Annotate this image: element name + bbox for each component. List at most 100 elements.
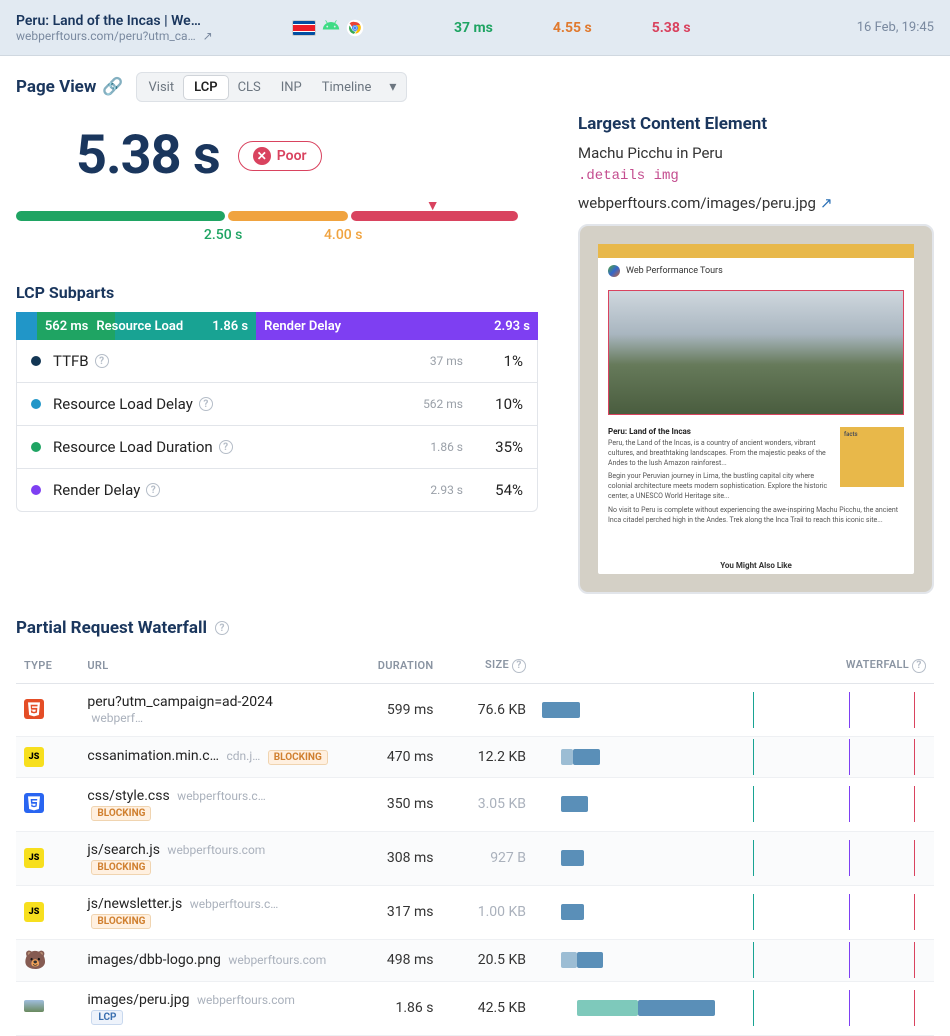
waterfall-title: Partial Request Waterfall ? xyxy=(16,618,934,638)
help-icon[interactable]: ? xyxy=(146,483,160,497)
lce-url-text: webperftours.com/images/peru.jpg xyxy=(578,194,816,212)
request-row[interactable]: peru?utm_campaign=ad-2024 webperf… 599 m… xyxy=(16,683,934,736)
request-host: webperftours.c… xyxy=(190,897,279,911)
subpart-row[interactable]: Resource Load Delay ? 562 ms 10% xyxy=(17,382,537,425)
tab-more-dropdown[interactable]: ▾ xyxy=(381,75,404,99)
lce-resource-url[interactable]: webperftours.com/images/peru.jpg ↗ xyxy=(578,194,934,212)
request-host: webperf… xyxy=(91,711,143,725)
metric-ttfb[interactable]: 37 ms xyxy=(454,20,493,36)
subpart-rd-value: 2.93 s xyxy=(494,319,530,334)
threshold-good-label: 2.50 s xyxy=(204,227,242,243)
external-link-icon[interactable]: ↗ xyxy=(203,29,213,43)
header-date: 16 Feb, 19:45 xyxy=(857,20,934,35)
dot-icon xyxy=(31,399,41,409)
waterfall-bar xyxy=(542,952,926,968)
cell-type: JS xyxy=(16,885,79,939)
waterfall-bar xyxy=(542,904,926,920)
rating-label: Poor xyxy=(277,148,307,164)
big-metric-row: 5.38 s ✕ Poor xyxy=(76,124,538,187)
cell-url: js/search.js webperftours.com BLOCKING xyxy=(79,831,338,885)
blocking-badge: BLOCKING xyxy=(91,806,151,821)
page-url[interactable]: webperftours.com/peru?utm_ca… ↗ xyxy=(16,29,276,43)
lce-preview: Web Performance Tours facts Peru: Land o… xyxy=(578,224,934,594)
cell-waterfall xyxy=(534,736,934,777)
cell-duration: 498 ms xyxy=(338,939,441,981)
request-row[interactable]: images/peru.jpg webperftours.com LCP 1.8… xyxy=(16,981,934,1035)
subpart-ms: 2.93 s xyxy=(430,483,463,497)
subpart-row[interactable]: TTFB ? 37 ms 1% xyxy=(17,340,537,382)
subpart-name: Resource Load Delay ? xyxy=(53,395,423,413)
cell-size: 3.05 KB xyxy=(442,777,535,831)
page-view-label[interactable]: Page View 🔗 xyxy=(16,77,124,97)
request-row[interactable]: css/style.css webperftours.c… BLOCKING 3… xyxy=(16,777,934,831)
waterfall-bar xyxy=(542,749,926,765)
request-row[interactable]: 🐻 images/dbb-logo.png webperftours.com 4… xyxy=(16,939,934,981)
mock-brand: Web Performance Tours xyxy=(626,266,723,276)
html-icon xyxy=(24,699,44,719)
cell-waterfall xyxy=(534,777,934,831)
subpart-name: TTFB ? xyxy=(53,352,430,370)
th-duration[interactable]: DURATION xyxy=(338,648,441,683)
threshold-marker-icon: ▼ xyxy=(426,197,440,214)
cell-url: images/peru.jpg webperftours.com LCP xyxy=(79,981,338,1035)
th-waterfall[interactable]: WATERFALL ? xyxy=(534,648,934,683)
cell-type xyxy=(16,683,79,736)
cell-duration: 350 ms xyxy=(338,777,441,831)
request-host: webperftours.com xyxy=(197,993,295,1007)
subpart-rld-label: Resource Load xyxy=(96,319,183,334)
request-row[interactable]: JS js/search.js webperftours.com BLOCKIN… xyxy=(16,831,934,885)
chrome-icon xyxy=(346,19,364,37)
cell-url: css/style.css webperftours.c… BLOCKING xyxy=(79,777,338,831)
page-title: Peru: Land of the Incas | We… xyxy=(16,13,276,29)
cell-waterfall xyxy=(534,939,934,981)
page-view-text: Page View xyxy=(16,77,96,97)
tab-inp[interactable]: INP xyxy=(271,76,312,99)
tab-visit[interactable]: Visit xyxy=(139,76,185,99)
help-icon[interactable]: ? xyxy=(199,397,213,411)
subpart-row[interactable]: Render Delay ? 2.93 s 54% xyxy=(17,468,537,511)
rating-badge: ✕ Poor xyxy=(238,141,322,171)
country-flag-icon xyxy=(292,20,316,36)
waterfall-table: TYPE URL DURATION SIZE ? WATERFALL ? per… xyxy=(16,648,934,1036)
subpart-pct: 54% xyxy=(487,481,523,499)
help-icon[interactable]: ? xyxy=(512,659,526,673)
blocking-badge: BLOCKING xyxy=(268,750,328,765)
cell-size: 76.6 KB xyxy=(442,683,535,736)
metric-lcp[interactable]: 5.38 s xyxy=(652,20,691,36)
cell-duration: 599 ms xyxy=(338,683,441,736)
subpart-seg-render-delay: Render Delay 2.93 s xyxy=(256,312,538,340)
request-row[interactable]: JS cssanimation.min.c… cdn.j… BLOCKING 4… xyxy=(16,736,934,777)
tab-timeline[interactable]: Timeline xyxy=(312,76,382,99)
subpart-row[interactable]: Resource Load Duration ? 1.86 s 35% xyxy=(17,425,537,468)
th-size[interactable]: SIZE ? xyxy=(442,648,535,683)
help-icon[interactable]: ? xyxy=(95,354,109,368)
th-url[interactable]: URL xyxy=(79,648,338,683)
tab-cls[interactable]: CLS xyxy=(228,76,271,99)
help-icon[interactable]: ? xyxy=(215,621,229,635)
th-type[interactable]: TYPE xyxy=(16,648,79,683)
waterfall-title-text: Partial Request Waterfall xyxy=(16,618,207,638)
page-url-text: webperftours.com/peru?utm_ca… xyxy=(16,29,196,43)
mock-header: Web Performance Tours xyxy=(598,258,914,284)
help-icon[interactable]: ? xyxy=(912,659,926,673)
subpart-seg-resource-load-delay: 562 ms Resource Load xyxy=(37,312,115,340)
metric-fcp[interactable]: 4.55 s xyxy=(553,20,592,36)
request-name: cssanimation.min.c… xyxy=(87,748,219,764)
subpart-rldur-value: 1.86 s xyxy=(212,319,248,334)
tab-lcp[interactable]: LCP xyxy=(184,76,227,99)
cell-type xyxy=(16,981,79,1035)
css-icon xyxy=(24,793,44,813)
cell-url: peru?utm_campaign=ad-2024 webperf… xyxy=(79,683,338,736)
tabs-row: Page View 🔗 Visit LCP CLS INP Timeline ▾ xyxy=(0,56,950,114)
request-host: webperftours.c… xyxy=(177,789,266,803)
help-icon[interactable]: ? xyxy=(219,440,233,454)
external-link-icon[interactable]: ↗ xyxy=(820,194,833,212)
mock-footer-title: You Might Also Like xyxy=(598,557,914,574)
dot-icon xyxy=(31,485,41,495)
cell-type: JS xyxy=(16,831,79,885)
subpart-pct: 35% xyxy=(487,438,523,456)
request-name: images/dbb-logo.png xyxy=(87,952,220,968)
subparts-bar: 562 ms Resource Load 1.86 s Render Delay… xyxy=(16,312,538,340)
cell-duration: 470 ms xyxy=(338,736,441,777)
request-row[interactable]: JS js/newsletter.js webperftours.c… BLOC… xyxy=(16,885,934,939)
